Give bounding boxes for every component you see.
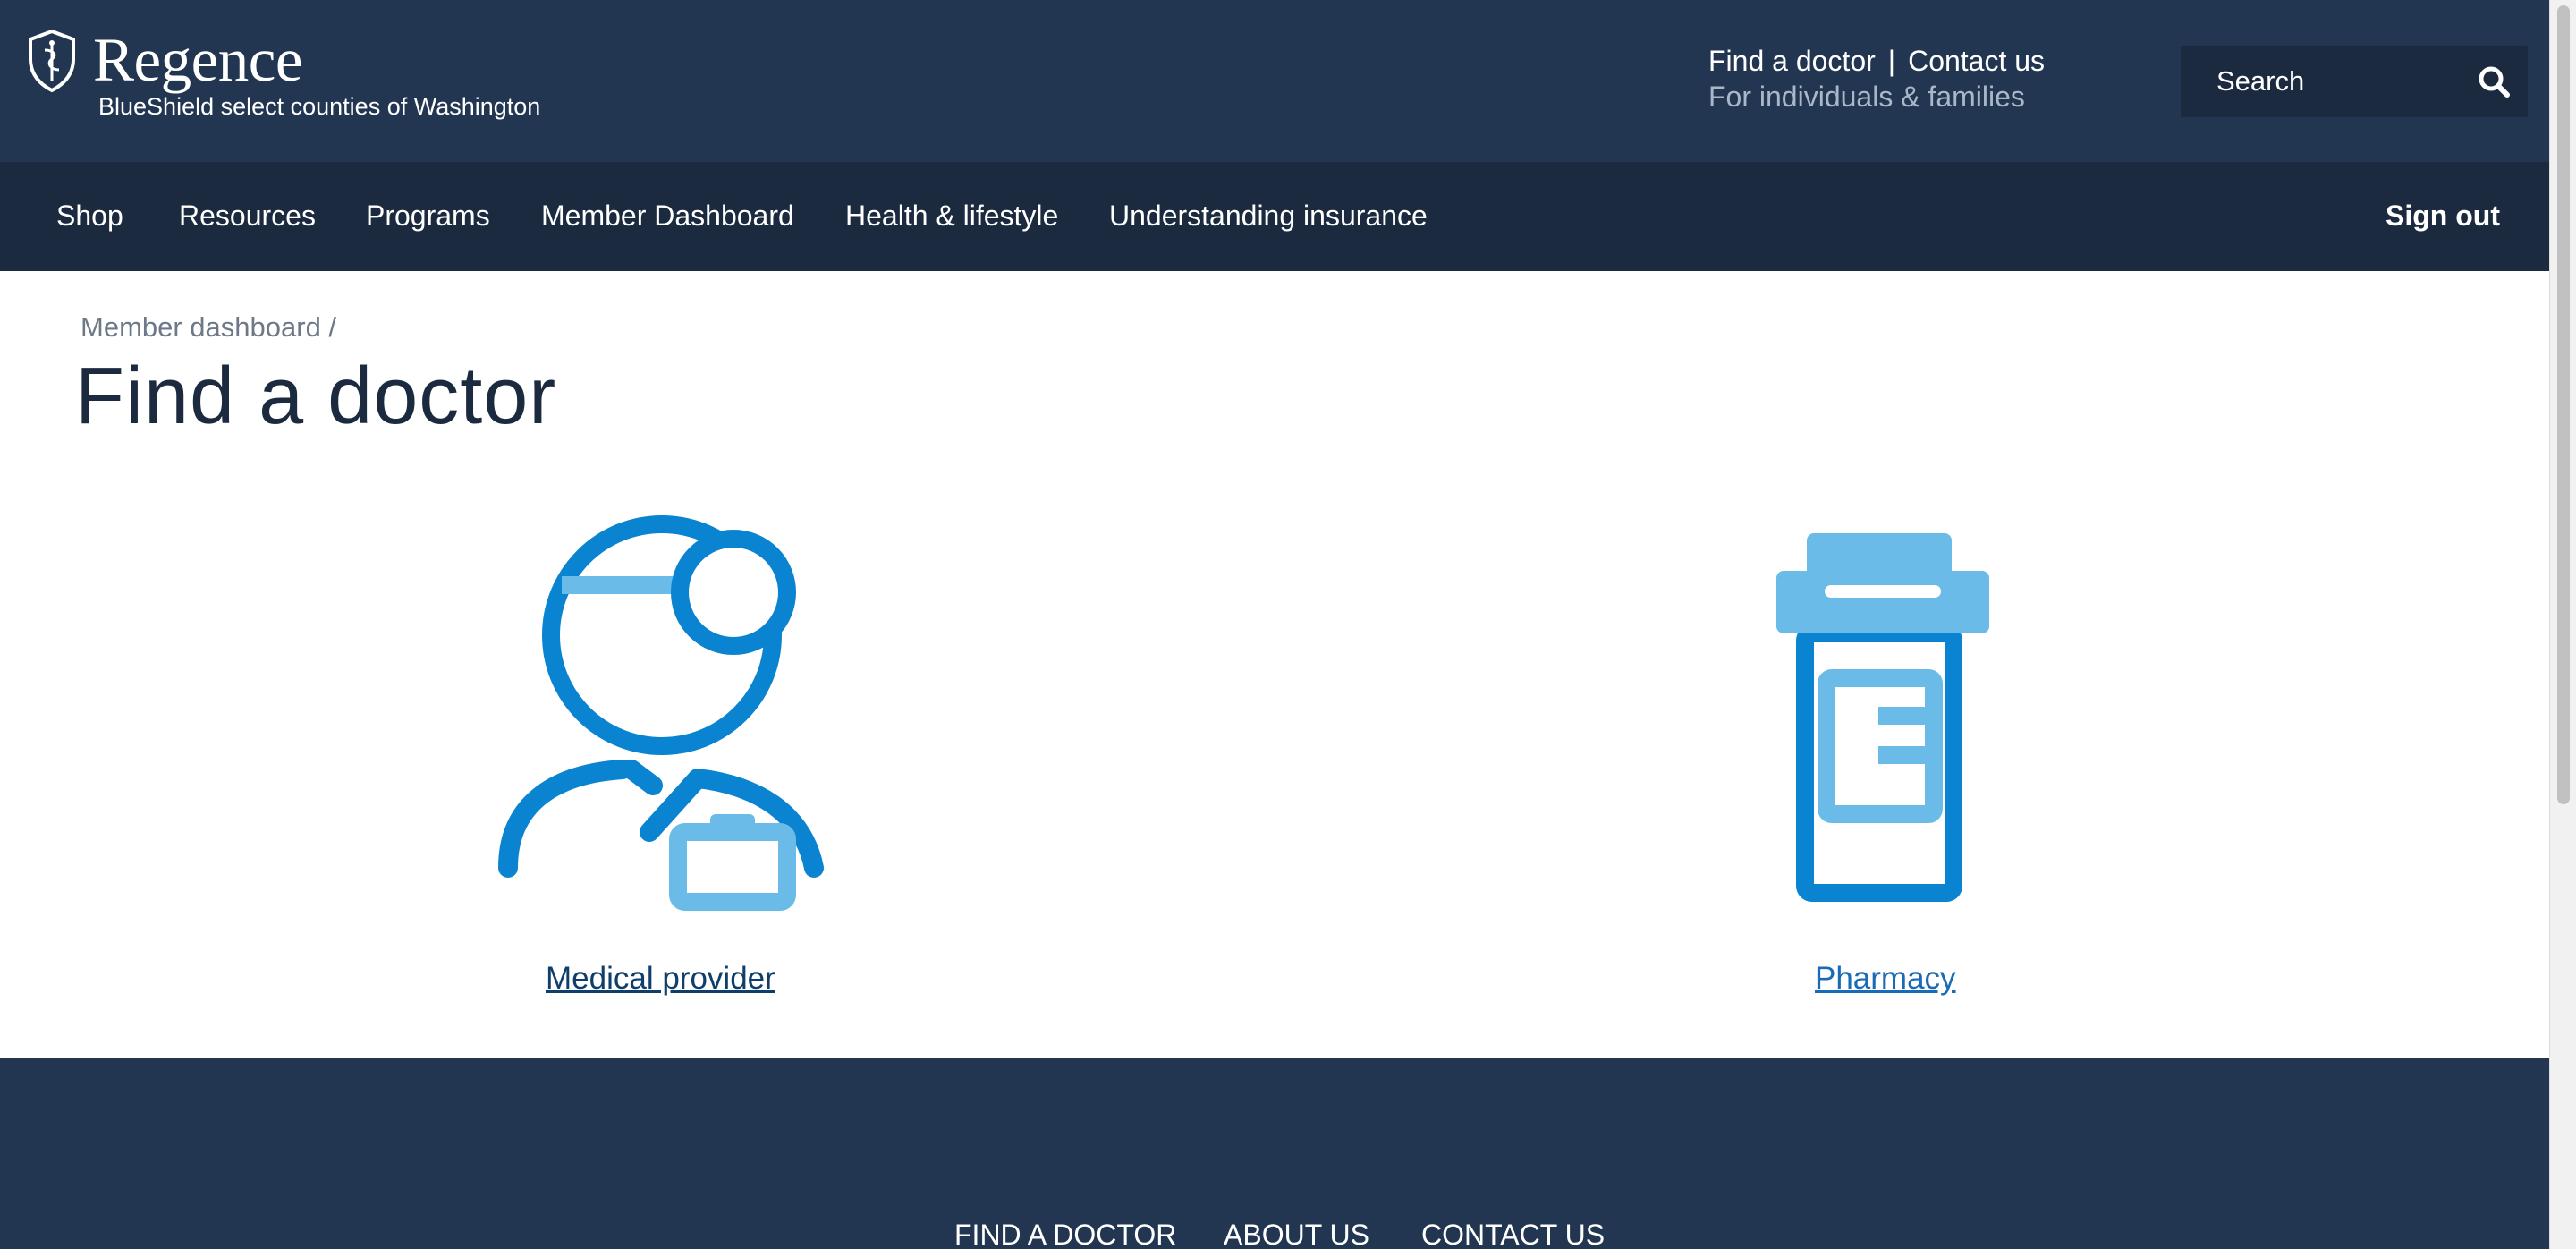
medical-provider-link[interactable]: Medical provider [546, 961, 775, 997]
footer-about-us-link[interactable]: ABOUT US [1224, 1219, 1369, 1249]
search-input[interactable] [2181, 46, 2476, 117]
footer-contact-us-link[interactable]: CONTACT US [1421, 1219, 1605, 1249]
pharmacy-link[interactable]: Pharmacy [1815, 961, 1956, 997]
nav-item-programs[interactable]: Programs [366, 200, 490, 233]
utility-links: Find a doctor | Contact us [1708, 45, 2045, 78]
shield-logo-icon [29, 29, 75, 93]
doctor-icon[interactable] [490, 510, 830, 914]
footer-find-a-doctor-link[interactable]: FIND A DOCTOR [954, 1219, 1176, 1249]
pill-bottle-icon[interactable] [1771, 526, 1995, 905]
nav-item-shop[interactable]: Shop [56, 200, 123, 233]
logo-subtitle: BlueShield select counties of Washington [98, 93, 541, 120]
search-box [2181, 46, 2528, 117]
util-contact-us-link[interactable]: Contact us [1908, 45, 2045, 77]
breadcrumb[interactable]: Member dashboard / [80, 311, 336, 344]
util-find-a-doctor-link[interactable]: Find a doctor [1708, 45, 1876, 77]
site-header: Regence BlueShield select counties of Wa… [0, 0, 2549, 162]
site-footer: FIND A DOCTOR ABOUT US CONTACT US [0, 1058, 2549, 1249]
main-nav: Shop Resources Programs Member Dashboard… [0, 162, 2549, 271]
sign-out-button[interactable]: Sign out [2385, 200, 2500, 233]
logo-wordmark: Regence [93, 26, 303, 94]
nav-item-understanding-insurance[interactable]: Understanding insurance [1109, 200, 1428, 233]
search-icon[interactable] [2476, 64, 2512, 99]
util-separator: | [1887, 45, 1896, 77]
nav-item-health-lifestyle[interactable]: Health & lifestyle [845, 200, 1058, 233]
nav-item-member-dashboard[interactable]: Member Dashboard [541, 200, 794, 233]
scrollbar-thumb[interactable] [2557, 5, 2570, 804]
audience-link[interactable]: For individuals & families [1708, 81, 2025, 114]
nav-item-resources[interactable]: Resources [179, 200, 316, 233]
page: Regence BlueShield select counties of Wa… [0, 0, 2549, 1249]
regence-logo[interactable]: Regence BlueShield select counties of Wa… [27, 26, 599, 127]
vertical-scrollbar[interactable] [2549, 0, 2576, 1249]
page-title: Find a doctor [75, 352, 557, 441]
